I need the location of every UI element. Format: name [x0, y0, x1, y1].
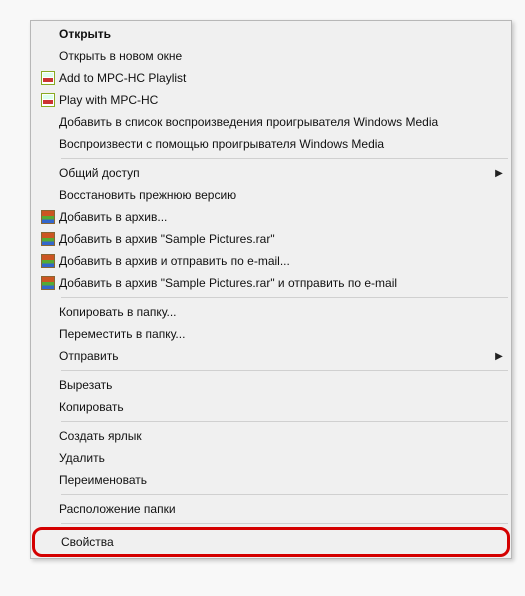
- menu-label: Копировать: [59, 396, 505, 418]
- menu-label: Восстановить прежнюю версию: [59, 184, 505, 206]
- empty-icon: [39, 534, 61, 550]
- menu-add-to-archive[interactable]: Добавить в архив...: [33, 206, 509, 228]
- empty-icon: [37, 472, 59, 488]
- menu-add-mpc-playlist[interactable]: Add to MPC-HC Playlist: [33, 67, 509, 89]
- submenu-arrow-icon: ▶: [493, 168, 505, 179]
- menu-label: Отправить: [59, 345, 493, 367]
- menu-restore-previous[interactable]: Восстановить прежнюю версию: [33, 184, 509, 206]
- menu-label: Свойства: [61, 531, 503, 553]
- winrar-icon: [37, 275, 59, 291]
- empty-icon: [37, 501, 59, 517]
- empty-icon: [37, 348, 59, 364]
- empty-icon: [37, 48, 59, 64]
- menu-label: Открыть в новом окне: [59, 45, 505, 67]
- empty-icon: [37, 114, 59, 130]
- menu-label: Play with MPC-HC: [59, 89, 505, 111]
- menu-share[interactable]: Общий доступ ▶: [33, 162, 509, 184]
- menu-archive-named-email[interactable]: Добавить в архив "Sample Pictures.rar" и…: [33, 272, 509, 294]
- menu-separator: [61, 158, 508, 159]
- empty-icon: [37, 136, 59, 152]
- menu-label: Копировать в папку...: [59, 301, 505, 323]
- menu-open-new-window[interactable]: Открыть в новом окне: [33, 45, 509, 67]
- menu-label: Воспроизвести с помощью проигрывателя Wi…: [59, 133, 505, 155]
- menu-label: Добавить в архив "Sample Pictures.rar": [59, 228, 505, 250]
- menu-send-to[interactable]: Отправить ▶: [33, 345, 509, 367]
- menu-properties[interactable]: Свойства: [35, 531, 507, 553]
- winrar-icon: [37, 209, 59, 225]
- empty-icon: [37, 187, 59, 203]
- menu-add-to-archive-named[interactable]: Добавить в архив "Sample Pictures.rar": [33, 228, 509, 250]
- menu-label: Добавить в архив...: [59, 206, 505, 228]
- menu-separator: [61, 297, 508, 298]
- menu-label: Добавить в архив "Sample Pictures.rar" и…: [59, 272, 505, 294]
- empty-icon: [37, 326, 59, 342]
- highlight-annotation: Свойства: [32, 527, 510, 557]
- menu-move-to-folder[interactable]: Переместить в папку...: [33, 323, 509, 345]
- menu-label: Переименовать: [59, 469, 505, 491]
- winrar-icon: [37, 231, 59, 247]
- menu-create-shortcut[interactable]: Создать ярлык: [33, 425, 509, 447]
- menu-rename[interactable]: Переименовать: [33, 469, 509, 491]
- empty-icon: [37, 26, 59, 42]
- empty-icon: [37, 450, 59, 466]
- menu-separator: [61, 421, 508, 422]
- menu-separator: [61, 370, 508, 371]
- menu-cut[interactable]: Вырезать: [33, 374, 509, 396]
- menu-wmp-play[interactable]: Воспроизвести с помощью проигрывателя Wi…: [33, 133, 509, 155]
- empty-icon: [37, 428, 59, 444]
- menu-label: Добавить в архив и отправить по e-mail..…: [59, 250, 505, 272]
- winrar-icon: [37, 253, 59, 269]
- menu-label: Общий доступ: [59, 162, 493, 184]
- empty-icon: [37, 399, 59, 415]
- menu-label: Удалить: [59, 447, 505, 469]
- menu-wmp-playlist[interactable]: Добавить в список воспроизведения проигр…: [33, 111, 509, 133]
- menu-copy-to-folder[interactable]: Копировать в папку...: [33, 301, 509, 323]
- menu-label: Расположение папки: [59, 498, 505, 520]
- mpc-icon: [37, 92, 59, 108]
- menu-archive-email[interactable]: Добавить в архив и отправить по e-mail..…: [33, 250, 509, 272]
- menu-open[interactable]: Открыть: [33, 23, 509, 45]
- menu-label: Открыть: [59, 23, 505, 45]
- menu-label: Переместить в папку...: [59, 323, 505, 345]
- menu-label: Вырезать: [59, 374, 505, 396]
- mpc-icon: [37, 70, 59, 86]
- empty-icon: [37, 377, 59, 393]
- menu-copy[interactable]: Копировать: [33, 396, 509, 418]
- menu-delete[interactable]: Удалить: [33, 447, 509, 469]
- menu-label: Создать ярлык: [59, 425, 505, 447]
- empty-icon: [37, 304, 59, 320]
- menu-separator: [61, 494, 508, 495]
- context-menu: Открыть Открыть в новом окне Add to MPC-…: [30, 20, 512, 559]
- menu-separator: [61, 523, 508, 524]
- menu-play-mpc[interactable]: Play with MPC-HC: [33, 89, 509, 111]
- menu-label: Добавить в список воспроизведения проигр…: [59, 111, 505, 133]
- submenu-arrow-icon: ▶: [493, 351, 505, 362]
- menu-folder-location[interactable]: Расположение папки: [33, 498, 509, 520]
- menu-label: Add to MPC-HC Playlist: [59, 67, 505, 89]
- empty-icon: [37, 165, 59, 181]
